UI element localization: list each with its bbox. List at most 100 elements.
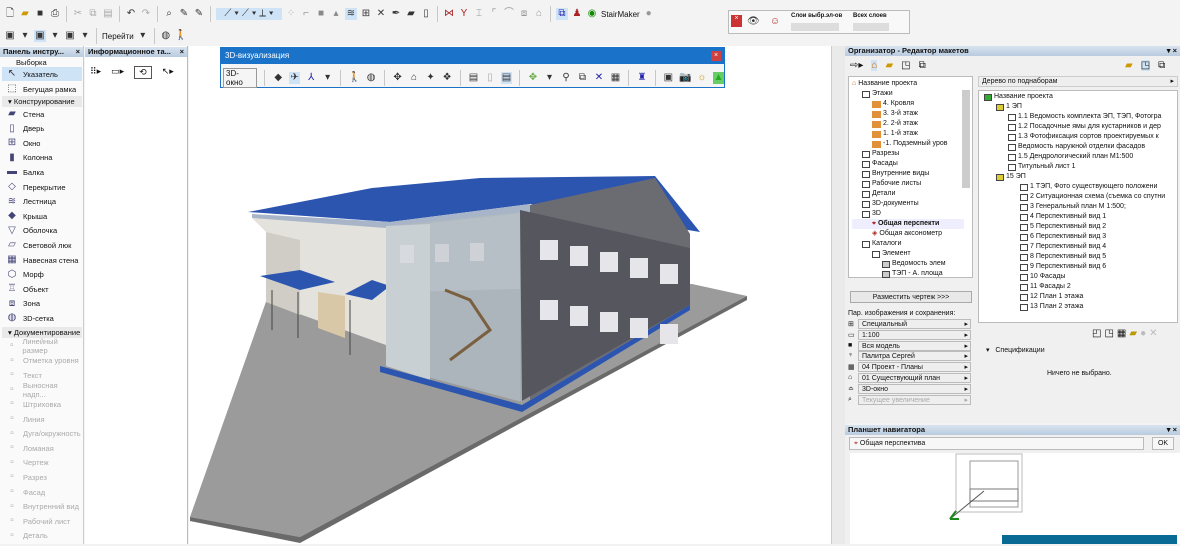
- layout-tree-item[interactable]: 1.5 Дендрологический план М1:500: [984, 152, 1169, 162]
- tool-doc-item[interactable]: ▫ Отметка уровня: [2, 354, 82, 368]
- vertical-scrollbar[interactable]: [831, 46, 845, 544]
- settings-icon[interactable]: ●: [1140, 328, 1146, 339]
- layout-tree-item[interactable]: 5 Перспективный вид 2: [984, 222, 1169, 232]
- layers-icon[interactable]: ≋: [345, 8, 357, 20]
- tree-item[interactable]: Каталоги: [852, 239, 964, 249]
- group-design[interactable]: ▾ Конструирование: [2, 96, 82, 107]
- crop-icon[interactable]: ⧉: [556, 8, 568, 20]
- walk-icon[interactable]: 🚶: [348, 72, 360, 84]
- tool-design-item[interactable]: ▮ Колонна: [2, 151, 82, 165]
- section-icon[interactable]: ⧉: [577, 72, 589, 84]
- radio-icon[interactable]: ◉: [586, 8, 598, 20]
- param-dropdown[interactable]: Текущее увеличение: [858, 394, 971, 405]
- param-dropdown[interactable]: 1:100: [858, 329, 971, 340]
- tree-item[interactable]: Внутренние виды: [852, 169, 964, 179]
- layout-book-icon[interactable]: ◳: [901, 60, 910, 71]
- layout-tree-item[interactable]: 1.1 Ведомость комплекта ЭП, ТЭП, Фотогра: [984, 112, 1169, 122]
- tool-design-item[interactable]: ▰ Стена: [2, 107, 82, 121]
- house-icon[interactable]: ⌂: [408, 72, 420, 84]
- tool-doc-item[interactable]: ▫ Линия: [2, 412, 82, 426]
- tool-design-item[interactable]: ⊞ Окно: [2, 136, 82, 150]
- grid-icon[interactable]: ⁘: [285, 8, 297, 20]
- tree-item[interactable]: ⌖ Общая перспекти: [852, 219, 964, 229]
- cross-icon[interactable]: ✕: [593, 72, 605, 84]
- 3d-window-button[interactable]: 3D-окно: [223, 68, 258, 88]
- open-icon[interactable]: ▰: [19, 8, 31, 20]
- param-dropdown[interactable]: 01 Существующий план: [858, 373, 971, 383]
- tool-doc-item[interactable]: ▫ Выносная надп...: [2, 381, 82, 399]
- param-dropdown[interactable]: 3D-окно: [858, 383, 971, 394]
- fillet-icon[interactable]: ⌜: [488, 8, 500, 20]
- tool-doc-item[interactable]: ▫ Фасад: [2, 485, 82, 499]
- param-dropdown[interactable]: 04 Проект - Планы: [858, 362, 971, 373]
- orbit-icon[interactable]: ◍: [365, 72, 377, 84]
- tool-design-item[interactable]: ⧈ Зона: [2, 297, 82, 311]
- doc3-icon[interactable]: ▤: [500, 72, 513, 84]
- tool-doc-item[interactable]: ▫ Деталь: [2, 529, 82, 543]
- tree-item[interactable]: Элемент: [852, 249, 964, 259]
- eyedropper-icon[interactable]: ✎: [178, 8, 190, 20]
- new-view-icon[interactable]: ⇨▸: [850, 60, 863, 71]
- layout-tree-item[interactable]: 15 ЭП: [984, 172, 1169, 182]
- layout-tree-item[interactable]: 3 Генеральный план М 1:500;: [984, 202, 1169, 212]
- goto-button[interactable]: Перейти: [102, 32, 134, 41]
- geometry-method-icon[interactable]: ⠿▸: [90, 66, 101, 79]
- adjust-icon[interactable]: Y: [458, 8, 470, 20]
- explore-icon[interactable]: ✥: [392, 72, 404, 84]
- doc-icon[interactable]: ▤: [468, 72, 480, 84]
- elevation-icon[interactable]: ▴: [330, 8, 342, 20]
- tool-pointer[interactable]: ↖ Указатель: [2, 67, 82, 81]
- photo-icon[interactable]: 📷: [679, 72, 691, 84]
- redo-icon[interactable]: ↷: [140, 8, 152, 20]
- rectangle-icon[interactable]: ▭▸: [111, 66, 124, 79]
- rotate-icon[interactable]: ⟲: [134, 66, 152, 79]
- doc2-icon[interactable]: ▯: [484, 72, 496, 84]
- layout-tree-item[interactable]: 1 ТЭП, Фото существующего положени: [984, 182, 1169, 192]
- layout-icon[interactable]: ▣: [64, 30, 76, 42]
- paste-icon[interactable]: ▤: [102, 8, 114, 20]
- layout-tree-item[interactable]: 8 Перспективный вид 5: [984, 252, 1169, 262]
- layout-tree-item[interactable]: 12 План 1 этажа: [984, 292, 1169, 302]
- layout-tree-item[interactable]: 1.3 Фотофиксация сортов проектируемых к: [984, 132, 1169, 142]
- layout-tree-item[interactable]: 10 Фасады: [984, 272, 1169, 282]
- cutaway-icon[interactable]: ✥: [527, 72, 539, 84]
- layout-tree-item[interactable]: 4 Перспективный вид 1: [984, 212, 1169, 222]
- copy-icon[interactable]: ⧉: [87, 8, 99, 20]
- tool-design-item[interactable]: ♖ Объект: [2, 282, 82, 296]
- walk-icon[interactable]: 🚶: [175, 30, 187, 42]
- tool-doc-item[interactable]: ▫ Внутренний вид: [2, 500, 82, 514]
- new-layout-icon[interactable]: ◰: [1092, 328, 1101, 339]
- tree-item[interactable]: ТЭП - А. площа: [852, 269, 964, 279]
- pointer-icon[interactable]: ↖▸: [162, 66, 174, 79]
- align-icon[interactable]: ⌶: [473, 8, 485, 20]
- find-icon[interactable]: ⌕: [163, 8, 175, 20]
- param-dropdown[interactable]: Вся модель: [858, 340, 971, 351]
- stairmaker-button[interactable]: StairMaker: [601, 10, 640, 19]
- print-icon[interactable]: ⎙: [49, 8, 61, 20]
- tree-item[interactable]: Этажи: [852, 89, 964, 99]
- navigator-preview[interactable]: [850, 453, 1180, 544]
- tree-item[interactable]: Разрезы: [852, 149, 964, 159]
- close-icon[interactable]: ×: [180, 47, 184, 57]
- tree-scrollbar[interactable]: [962, 90, 970, 188]
- chat-icon[interactable]: ●: [643, 8, 655, 20]
- tree-item[interactable]: Рабочие листы: [852, 179, 964, 189]
- tool-design-item[interactable]: ◆ Крыша: [2, 209, 82, 223]
- wall-join-icon[interactable]: ⌐: [300, 8, 312, 20]
- tool-marquee[interactable]: ⬚ Бегущая рамка: [2, 82, 82, 96]
- paint-icon[interactable]: ♜: [636, 72, 648, 84]
- publisher-icon[interactable]: ⧉: [1158, 60, 1165, 71]
- tree-item[interactable]: ◈ Общая аксонометр: [852, 229, 964, 239]
- x-icon[interactable]: ✕: [375, 8, 387, 20]
- tool-design-item[interactable]: ▱ Световой люк: [2, 238, 82, 252]
- arc-icon[interactable]: ⌒: [503, 8, 515, 20]
- navigator-ok-button[interactable]: OK: [1152, 437, 1174, 450]
- tool-doc-item[interactable]: ▫ Ломаная: [2, 441, 82, 455]
- tool-doc-item[interactable]: ▫ Разрез: [2, 470, 82, 484]
- tree-item[interactable]: Фасады: [852, 159, 964, 169]
- close-icon[interactable]: ×: [731, 15, 742, 27]
- layout-tree-item[interactable]: Название проекта: [984, 92, 1169, 102]
- undo-icon[interactable]: ↶: [125, 8, 137, 20]
- hide-layer-icon[interactable]: ☺: [769, 16, 781, 28]
- layout-tree-item[interactable]: 6 Перспективный вид 3: [984, 232, 1169, 242]
